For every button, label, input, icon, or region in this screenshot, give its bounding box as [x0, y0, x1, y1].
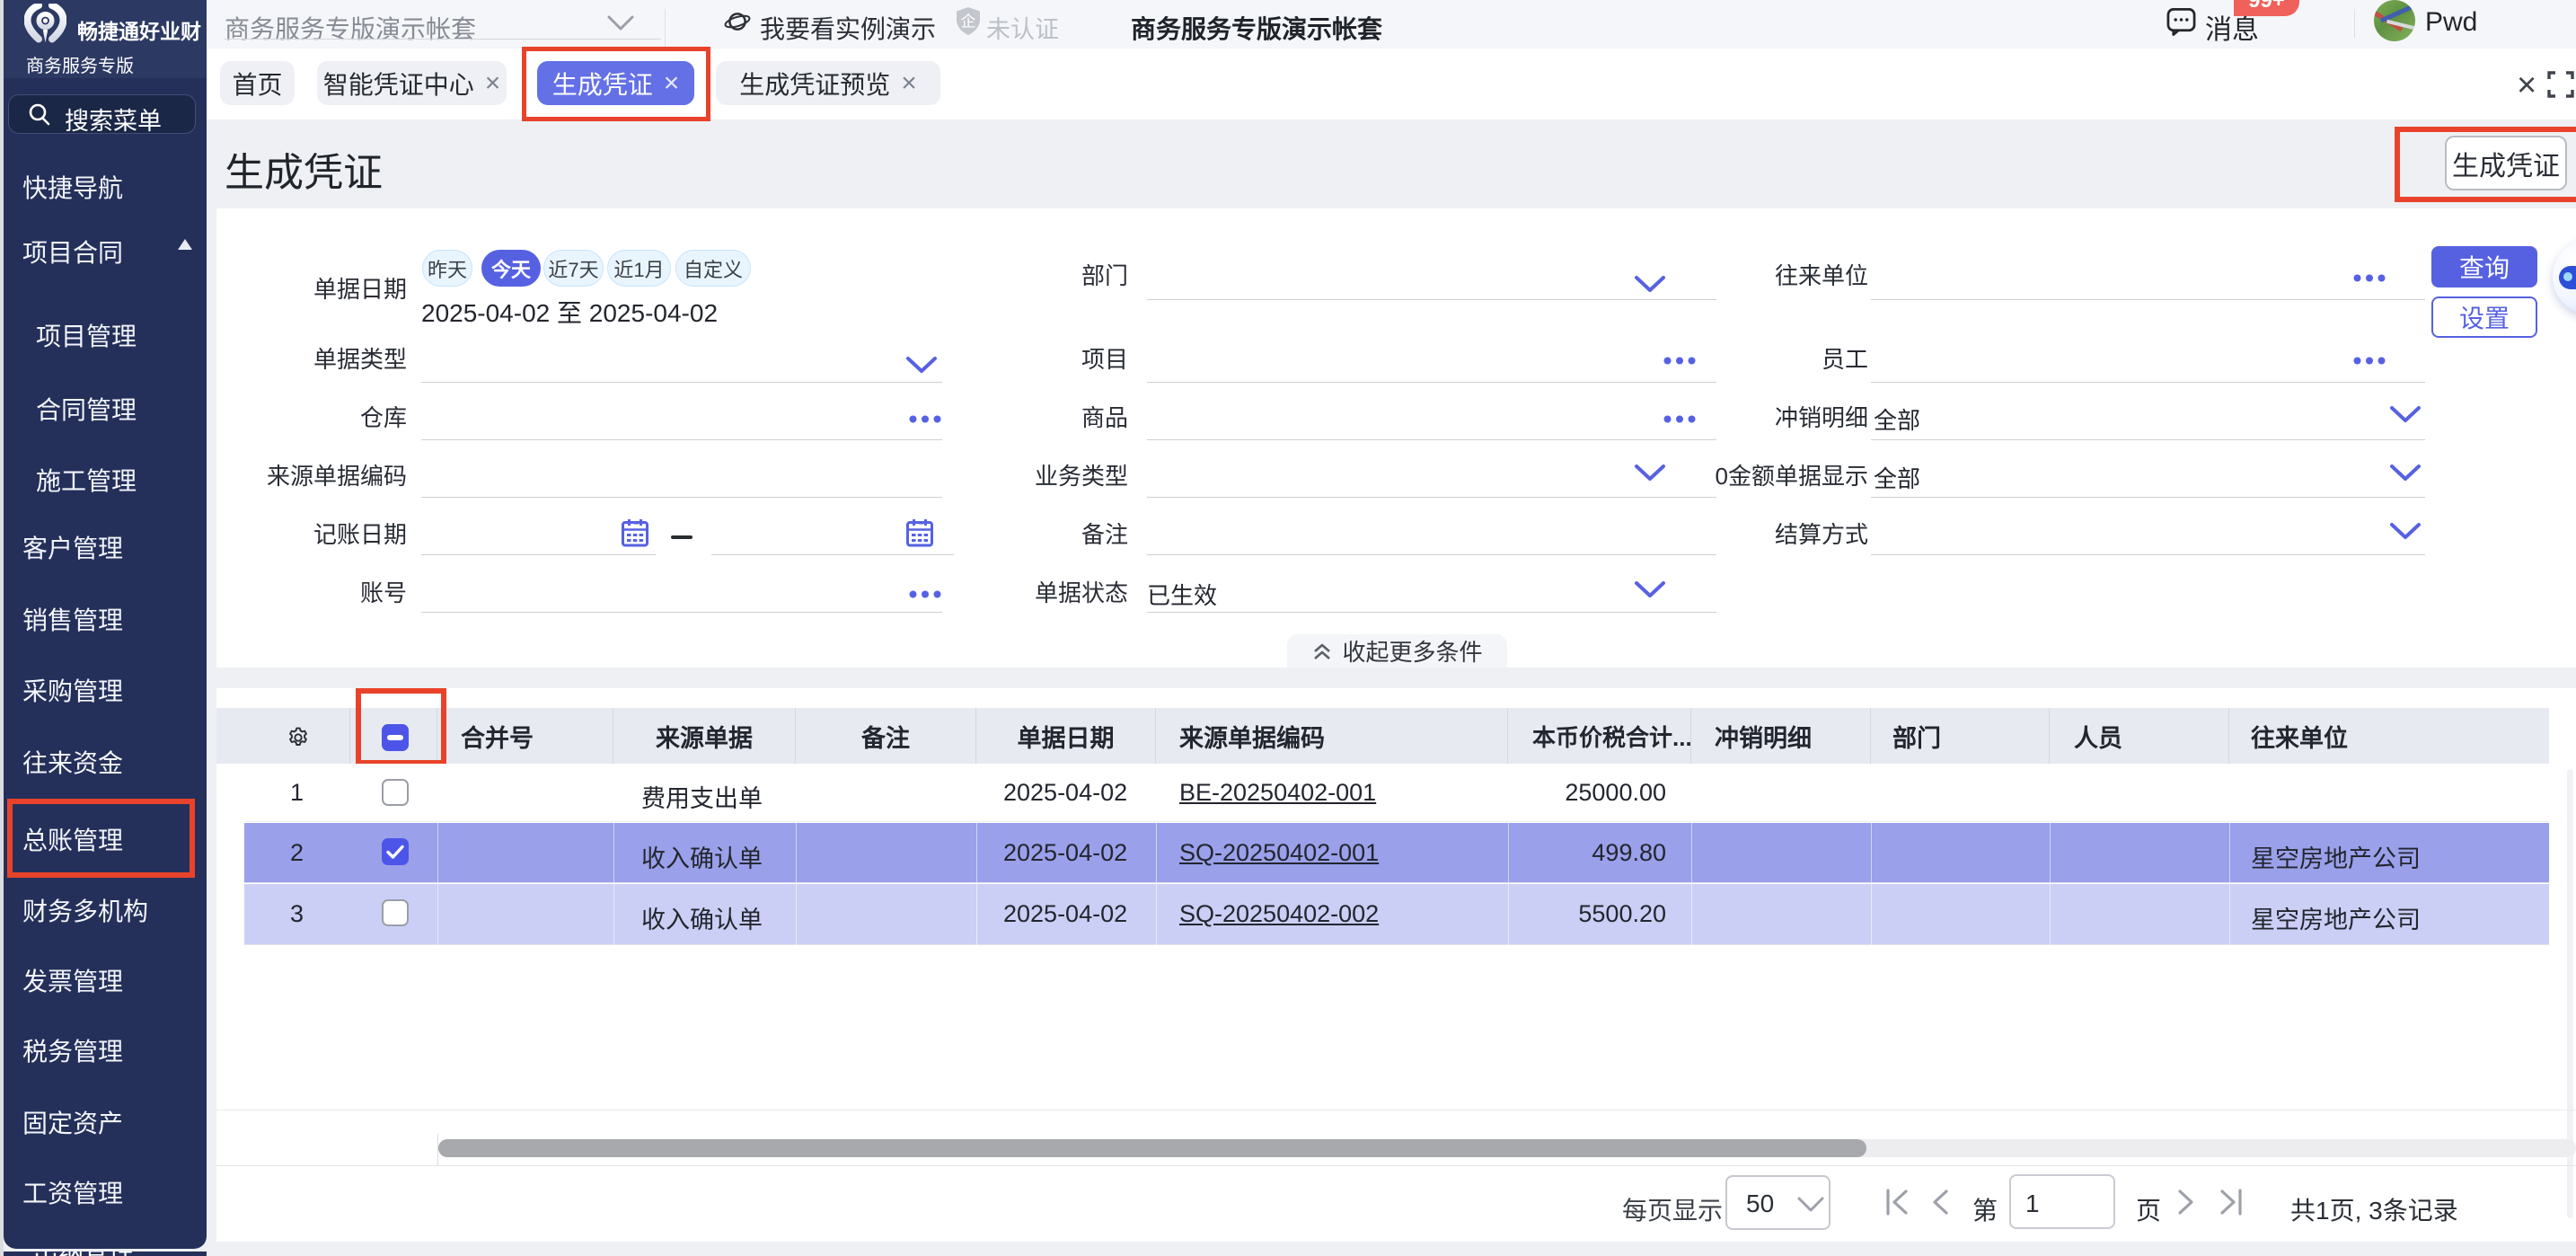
svg-text:企: 企	[961, 13, 976, 31]
